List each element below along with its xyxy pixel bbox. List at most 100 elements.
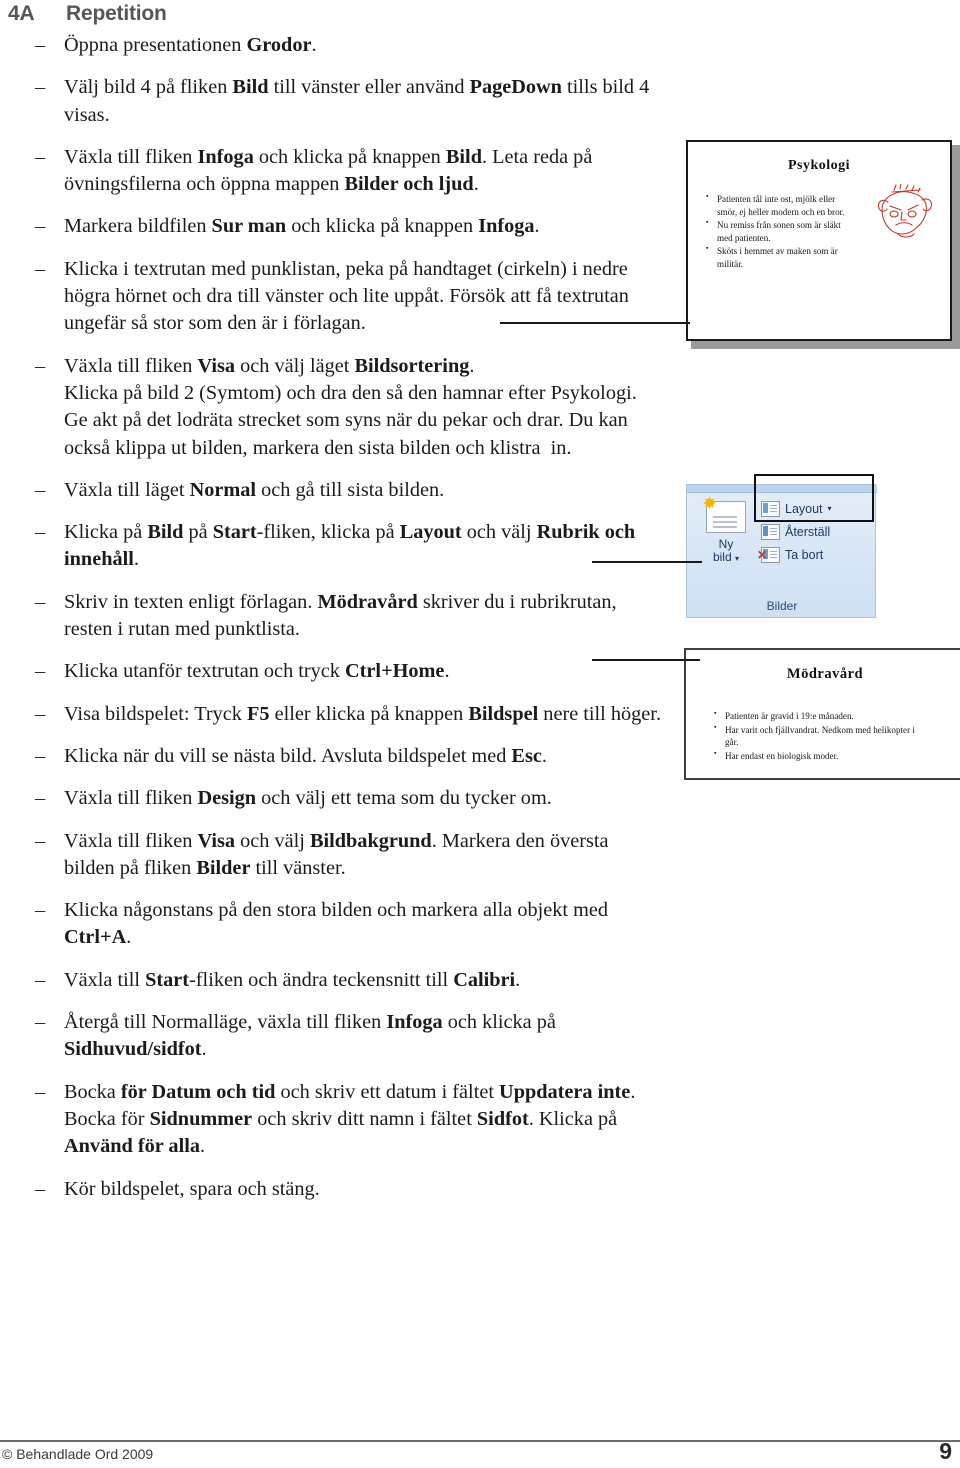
slide-bullet-list: Patienten tål inte ost, mjölk eller smör… [706, 192, 854, 270]
slide-bullet-item: Patienten är gravid i 19:e månaden. [714, 709, 929, 723]
step-text: Klicka utanför textrutan och tryck Ctrl+… [64, 660, 450, 683]
slide-bullet-list: Patienten är gravid i 19:e månaden.Har v… [714, 709, 929, 763]
slide-title-psykologi: Psykologi [787, 158, 851, 173]
slide-bullet-item: Har varit och fjällvandrat. Nedkom med h… [714, 723, 929, 749]
step-text: Klicka på Bild på Start-fliken, klicka p… [64, 521, 636, 571]
new-slide-icon: ✸ [702, 495, 746, 533]
chevron-down-icon[interactable]: ▾ [735, 554, 739, 563]
new-slide-label-line2: bild [712, 550, 732, 565]
reset-command[interactable]: Återställ [761, 520, 873, 543]
step-text: Bocka för Datum och tid och skriv ett da… [64, 1080, 636, 1158]
step-dash-bullet: – [35, 744, 46, 767]
page-header: 4A Repetition [8, 2, 708, 30]
step-text: Klicka någonstans på den stora bilden oc… [64, 899, 609, 949]
slide-body-modravard: Patienten är gravid i 19:e månaden.Har v… [714, 697, 929, 763]
slide-canvas: Psykologi Patienten tål inte ost, mjölk … [686, 140, 952, 341]
new-slide-label-line1: Ny [718, 537, 734, 551]
instruction-step: – Växla till läget Normal och gå till sis… [22, 477, 662, 504]
instruction-step: – Klicka någonstans på den stora bilden o… [22, 897, 662, 952]
instruction-step: – Markera bildfilen Sur man och klicka på… [22, 213, 662, 240]
step-text: Växla till läget Normal och gå till sist… [64, 478, 445, 501]
sparkle-icon: ✸ [702, 494, 717, 513]
step-text: Växla till Start-fliken och ändra tecken… [64, 968, 521, 991]
header-section-number: 4A [8, 2, 35, 25]
step-dash-bullet: – [35, 1011, 46, 1034]
instruction-step: – Välj bild 4 på fliken Bild till vänster… [22, 74, 662, 129]
slide-body-psykologi: Patienten tål inte ost, mjölk eller smör… [706, 180, 854, 271]
step-dash-bullet: – [35, 590, 46, 613]
leader-line-to-modravard-slide [592, 659, 700, 661]
footer-copyright: © Behandlade Ord 2009 [2, 1446, 154, 1462]
instruction-step: – Klicka på Bild på Start-fliken, klicka … [22, 519, 662, 574]
step-text: Klicka när du vill se nästa bild. Avslut… [64, 744, 547, 767]
step-text: Växla till fliken Infoga och klicka på k… [64, 145, 593, 196]
step-dash-bullet: – [35, 787, 46, 810]
instruction-step: – Växla till fliken Visa och välj läget B… [22, 353, 662, 462]
instruction-step: – Växla till fliken Infoga och klicka på … [22, 144, 662, 199]
delete-slide-icon: ✕ [757, 546, 780, 563]
step-text: Växla till fliken Design och välj ett te… [64, 787, 552, 810]
step-dash-bullet: – [35, 215, 46, 238]
step-dash-bullet: – [35, 76, 46, 99]
step-dash-bullet: – [35, 521, 46, 544]
figure-slide-psykologi: Psykologi Patienten tål inte ost, mjölk … [686, 140, 960, 349]
instruction-step: – Kör bildspelet, spara och stäng. [22, 1176, 662, 1203]
step-dash-bullet: – [35, 702, 46, 725]
new-slide-label: Ny bild ▾ [695, 537, 757, 565]
slide-title-modravard: Mödravård [786, 666, 864, 682]
step-text: Återgå till Normalläge, växla till flike… [64, 1011, 556, 1061]
figure-ribbon-slides-group: ✸ Ny bild ▾ Layout ▾ Återställ ✕ Ta bort Bil… [686, 474, 877, 618]
step-text: Öppna presentationen Grodor. [64, 34, 317, 56]
step-text: Visa bildspelet: Tryck F5 eller klicka p… [64, 702, 662, 725]
reset-slide-icon [761, 523, 780, 540]
instruction-step: – Växla till fliken Visa och välj Bildbak… [22, 828, 662, 883]
instruction-step: – Visa bildspelet: Tryck F5 eller klicka … [22, 701, 662, 728]
step-dash-bullet: – [35, 1177, 46, 1200]
step-dash-bullet: – [35, 478, 46, 501]
figure-slide-modravard: Mödravård Patienten är gravid i 19:e mån… [684, 648, 960, 780]
slide-bullet-item: Nu remiss från sonen som är släkt med pa… [706, 218, 854, 244]
instruction-step: – Återgå till Normalläge, växla till flik… [22, 1009, 662, 1064]
red-x-icon: ✕ [757, 547, 768, 562]
instruction-step: – Bocka för Datum och tid och skriv ett d… [22, 1079, 662, 1161]
page-title: Repetition [66, 2, 167, 25]
new-slide-button[interactable]: ✸ Ny bild ▾ [695, 495, 757, 565]
instruction-list: – Öppna presentationen Grodor. – Välj bild … [22, 32, 662, 1218]
instruction-step: – Klicka när du vill se nästa bild. Avslu… [22, 743, 662, 770]
step-text: Välj bild 4 på fliken Bild till vänster … [64, 76, 650, 126]
command-label: Ta bort [785, 547, 824, 562]
instruction-step: – Skriv in texten enligt förlagan. Mödrav… [22, 589, 662, 644]
slide-bullet-item: Sköts i hemmet av maken som är militär. [706, 244, 854, 270]
step-dash-bullet: – [35, 145, 46, 168]
step-dash-bullet: – [35, 34, 46, 56]
instruction-step: – Klicka i textrutan med punklistan, peka… [22, 256, 662, 338]
step-text: Kör bildspelet, spara och stäng. [64, 1177, 320, 1200]
slide-canvas-modravard: Mödravård Patienten är gravid i 19:e mån… [684, 648, 960, 780]
instruction-step: – Öppna presentationen Grodor. [22, 32, 662, 59]
step-dash-bullet: – [35, 257, 46, 280]
step-dash-bullet: – [35, 660, 46, 683]
step-dash-bullet: – [35, 968, 46, 991]
slide-bullet-item: Har endast en biologisk moder. [714, 749, 929, 763]
step-text: Markera bildfilen Sur man och klicka på … [64, 215, 540, 238]
step-dash-bullet: – [35, 354, 46, 377]
instruction-step: – Växla till Start-fliken och ändra tecke… [22, 967, 662, 994]
ribbon-group-label: Bilder [766, 599, 798, 613]
instruction-step: – Klicka utanför textrutan och tryck Ctrl… [22, 658, 662, 685]
step-text: Växla till fliken Visa och välj läget Bi… [64, 354, 637, 459]
leader-line-to-psykologi-slide [500, 322, 690, 324]
instruction-step: – Växla till fliken Design och välj ett t… [22, 785, 662, 812]
step-text: Skriv in texten enligt förlagan. Mödravå… [64, 590, 617, 641]
page-number: 9 [939, 1438, 952, 1464]
command-label: Återställ [785, 524, 831, 539]
angry-face-drawing-icon [868, 183, 940, 246]
delete-command[interactable]: ✕ Ta bort [757, 543, 873, 566]
leader-line-to-ribbon [592, 561, 702, 563]
step-text: Växla till fliken Visa och välj Bildbakg… [64, 829, 609, 879]
layout-callout-box [754, 474, 874, 522]
step-dash-bullet: – [35, 899, 46, 922]
step-dash-bullet: – [35, 829, 46, 852]
slide-bullet-item: Patienten tål inte ost, mjölk eller smör… [706, 192, 854, 218]
footer-divider [0, 1440, 960, 1442]
step-dash-bullet: – [35, 1080, 46, 1103]
